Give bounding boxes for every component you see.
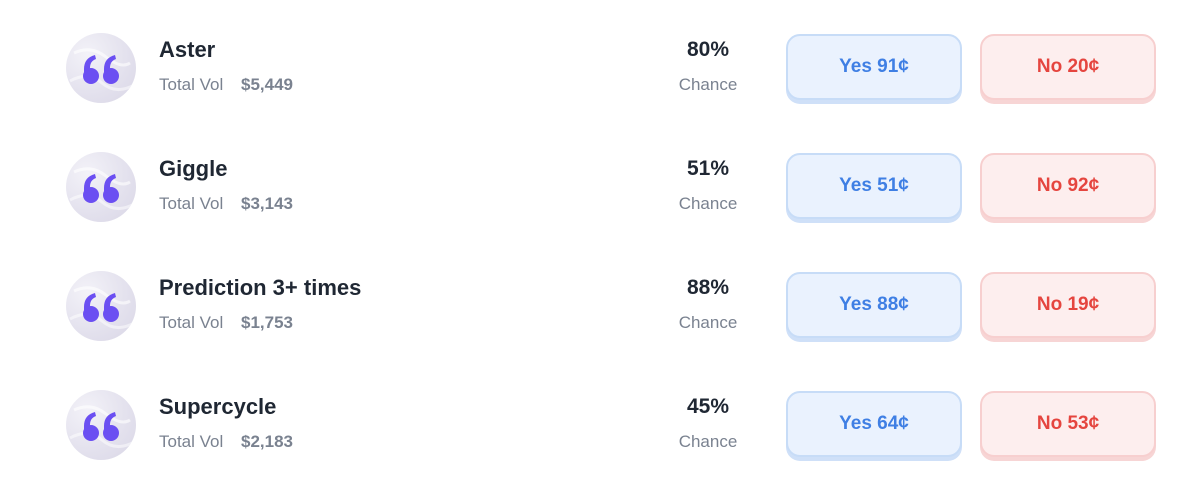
chance-label: Chance [678,432,738,451]
total-vol-label: Total Vol [159,432,224,451]
chance-label: Chance [678,313,738,332]
no-button[interactable]: No 53¢ [980,391,1156,457]
total-vol-value: $3,143 [241,194,293,213]
chance-percent: 88% [686,276,730,299]
market-name: Giggle [159,156,228,181]
yes-button[interactable]: Yes 51¢ [786,153,962,219]
no-button[interactable]: No 20¢ [980,34,1156,100]
market-avatar [66,271,136,341]
total-vol-value: $1,753 [241,313,293,332]
quote-icon [69,48,135,91]
yes-button[interactable]: Yes 91¢ [786,34,962,100]
total-vol-value: $2,183 [241,432,293,451]
market-avatar [66,33,136,103]
market-row[interactable]: Aster Total Vol $5,449 80% Chance Yes 91… [0,33,1199,133]
market-row[interactable]: Supercycle Total Vol $2,183 45% Chance Y… [0,390,1199,482]
quote-icon [69,405,135,448]
yes-button[interactable]: Yes 64¢ [786,391,962,457]
total-vol-label: Total Vol [159,75,224,94]
chance-percent: 51% [686,157,730,180]
market-avatar [66,152,136,222]
market-avatar [66,390,136,460]
market-list: Aster Total Vol $5,449 80% Chance Yes 91… [0,0,1199,482]
chance-label: Chance [678,75,738,94]
market-row[interactable]: Giggle Total Vol $3,143 51% Chance Yes 5… [0,152,1199,252]
market-name: Supercycle [159,394,277,419]
quote-icon [69,286,135,329]
quote-icon [69,167,135,210]
total-vol-value: $5,449 [241,75,293,94]
no-button[interactable]: No 92¢ [980,153,1156,219]
yes-button[interactable]: Yes 88¢ [786,272,962,338]
market-row[interactable]: Prediction 3+ times Total Vol $1,753 88%… [0,271,1199,371]
chance-percent: 80% [686,38,730,61]
chance-percent: 45% [686,395,730,418]
total-vol-label: Total Vol [159,313,224,332]
chance-label: Chance [678,194,738,213]
market-name: Aster [159,37,216,62]
total-vol-label: Total Vol [159,194,224,213]
no-button[interactable]: No 19¢ [980,272,1156,338]
market-name: Prediction 3+ times [159,275,362,300]
